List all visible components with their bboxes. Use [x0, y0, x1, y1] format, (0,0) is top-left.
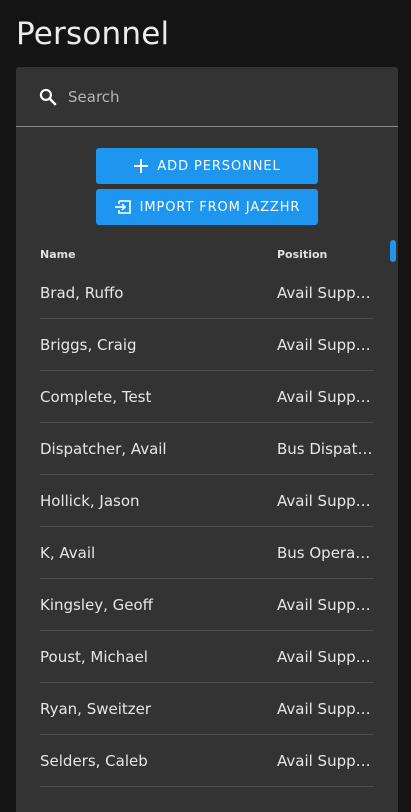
import-icon [114, 199, 132, 215]
row-name: Kingsley, Geoff [40, 595, 154, 614]
row-position: Avail Support [277, 595, 374, 614]
row-position: Bus Dispatcher [277, 439, 374, 458]
table-row[interactable]: K, Avail Bus Operator [40, 527, 374, 579]
row-position: Bus Operator [277, 543, 374, 562]
row-name: K, Avail [40, 543, 96, 562]
search-icon [38, 87, 58, 107]
row-name: Ryan, Sweitzer [40, 699, 152, 718]
row-name: Poust, Michael [40, 647, 148, 666]
table-row[interactable]: Hollick, Jason Avail Support [40, 475, 374, 527]
column-header-position[interactable]: Position [277, 248, 375, 261]
row-name: Brad, Ruffo [40, 283, 124, 302]
scrollbar-thumb[interactable] [390, 240, 396, 262]
table-row[interactable]: Complete, Test Avail Support [40, 371, 374, 423]
table-row[interactable]: Brad, Ruffo Avail Support [40, 267, 374, 319]
add-personnel-button[interactable]: ADD PERSONNEL [96, 148, 318, 184]
row-position: Avail Support [277, 283, 374, 302]
row-position: Avail Support [277, 751, 374, 770]
actions: ADD PERSONNEL IMPORT FROM JAZZHR [16, 127, 398, 225]
table-row[interactable]: Ryan, Sweitzer Avail Support [40, 683, 374, 735]
table-row[interactable]: Dispatcher, Avail Bus Dispatcher [40, 423, 374, 475]
column-header-name[interactable]: Name [40, 248, 277, 261]
table-row[interactable]: Kingsley, Geoff Avail Support [40, 579, 374, 631]
row-position: Avail Support [277, 387, 374, 406]
table-body: Brad, Ruffo Avail Support Briggs, Craig … [16, 267, 398, 787]
row-name: Selders, Caleb [40, 751, 148, 770]
table-row[interactable]: Briggs, Craig Avail Support [40, 319, 374, 371]
search-bar [16, 67, 398, 127]
row-position: Avail Support [277, 335, 374, 354]
import-jazzhr-button[interactable]: IMPORT FROM JAZZHR [96, 189, 318, 225]
row-position: Avail Support [277, 491, 374, 510]
table-header: Name Position [16, 245, 398, 263]
row-name: Dispatcher, Avail [40, 439, 167, 458]
plus-icon [133, 158, 149, 174]
row-position: Avail Support [277, 699, 374, 718]
personnel-table: Name Position Brad, Ruffo Avail Support … [16, 240, 398, 787]
row-position: Avail Support [277, 647, 374, 666]
row-name: Complete, Test [40, 387, 152, 406]
personnel-panel: ADD PERSONNEL IMPORT FROM JAZZHR Name Po… [16, 67, 398, 812]
table-row[interactable]: Selders, Caleb Avail Support [40, 735, 374, 787]
table-row[interactable]: Poust, Michael Avail Support [40, 631, 374, 683]
add-personnel-label: ADD PERSONNEL [157, 158, 281, 174]
search-input[interactable] [68, 87, 358, 106]
row-name: Hollick, Jason [40, 491, 140, 510]
row-name: Briggs, Craig [40, 335, 137, 354]
import-jazzhr-label: IMPORT FROM JAZZHR [139, 199, 301, 215]
page-title: Personnel [16, 16, 170, 52]
